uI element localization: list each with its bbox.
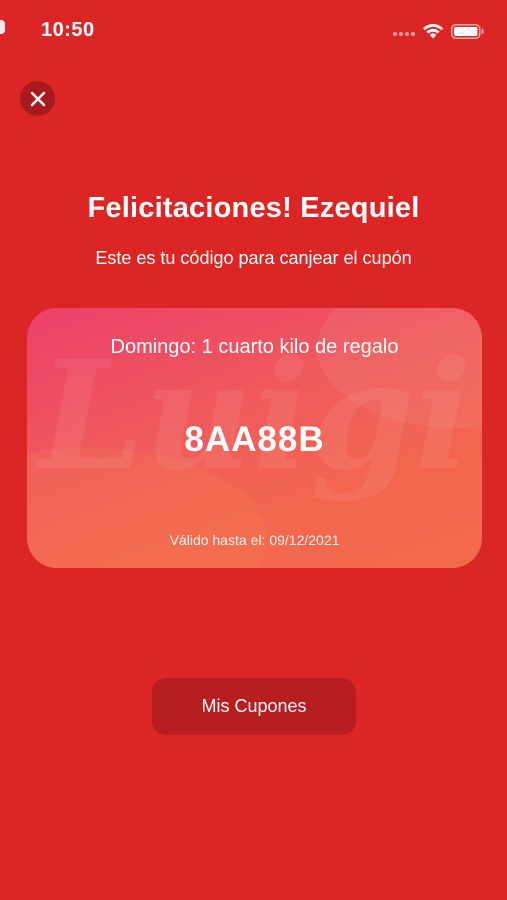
close-button[interactable] — [20, 81, 55, 116]
valid-label: Válido hasta el: — [169, 532, 266, 548]
status-bar: 10:50 — [0, 0, 507, 62]
coupon-card: Luigi Domingo: 1 cuarto kilo de regalo 8… — [27, 308, 482, 568]
coupon-description: Domingo: 1 cuarto kilo de regalo — [110, 336, 399, 358]
wifi-icon — [423, 23, 443, 39]
battery-icon — [451, 24, 484, 39]
signal-icon — [393, 32, 417, 38]
valid-date: 09/12/2021 — [269, 532, 340, 548]
page-subtitle: Este es tu código para canjear el cupón — [95, 248, 412, 268]
close-icon — [30, 91, 45, 106]
status-time: 10:50 — [41, 19, 95, 41]
coupon-validity: Válido hasta el: 09/12/2021 — [27, 532, 482, 548]
page-title: Felicitaciones! Ezequiel — [87, 192, 420, 224]
status-indicator — [0, 20, 5, 34]
my-coupons-label: Mis Cupones — [201, 696, 307, 716]
my-coupons-button[interactable]: Mis Cupones — [152, 678, 356, 735]
coupon-code: 8AA88B — [184, 420, 325, 459]
